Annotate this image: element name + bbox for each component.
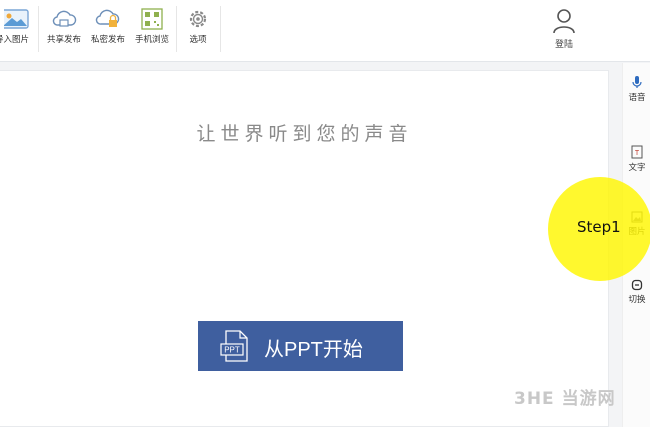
import-image-label: 导入图片 [0,35,29,45]
toolbar-divider [176,6,177,52]
gear-icon [189,10,207,28]
private-publish-label: 私密发布 [90,35,125,45]
share-publish-button[interactable]: 共享发布 [44,6,84,54]
ppt-file-icon: PPT [220,330,248,362]
text-icon: T [631,145,643,159]
rail-item-voice-label: 语音 [628,93,646,103]
cloud-share-icon [52,10,77,27]
import-image-button[interactable]: 导入图片 [0,6,36,54]
mobile-preview-button[interactable]: 手机浏览 [132,6,172,54]
qr-code-icon [141,8,163,30]
options-button[interactable]: 选项 [180,6,216,54]
toolbar: 导入图片 共享发布 私密发布 手机浏览 [0,0,650,62]
rail-item-text-label: 文字 [628,163,646,173]
cloud-lock-icon [95,9,120,27]
rail-item-voice[interactable]: 语音 [623,75,650,103]
ppt-icon-text: PPT [224,346,240,355]
editor-stage: 让世界听到您的声音 PPT 从PPT开始 [0,63,620,427]
options-label: 选项 [189,35,207,45]
toolbar-divider [38,6,39,52]
svg-text:T: T [635,150,640,157]
step-highlight: Step1 [548,177,650,281]
rail-item-switch-label: 切换 [628,295,646,305]
watermark: 3HE 当游网 [514,389,616,409]
login-label: 登陆 [554,40,573,50]
toolbar-divider [220,6,221,52]
rail-item-text[interactable]: T 文字 [623,145,650,173]
login-button[interactable]: 登陆 [542,8,586,50]
start-from-ppt-label: 从PPT开始 [264,339,363,361]
start-from-ppt-button[interactable]: PPT 从PPT开始 [198,321,403,371]
share-publish-label: 共享发布 [46,35,81,45]
step-label: Step1 [577,218,621,236]
slide-title: 让世界听到您的声音 [196,123,413,145]
image-icon [4,9,29,29]
rail-item-switch[interactable]: 切换 [623,279,650,305]
user-icon [553,9,575,34]
mobile-preview-label: 手机浏览 [134,35,169,45]
slide-canvas[interactable]: 让世界听到您的声音 PPT 从PPT开始 [0,70,609,427]
private-publish-button[interactable]: 私密发布 [88,6,128,54]
switch-icon [631,279,643,291]
microphone-icon [632,76,642,88]
